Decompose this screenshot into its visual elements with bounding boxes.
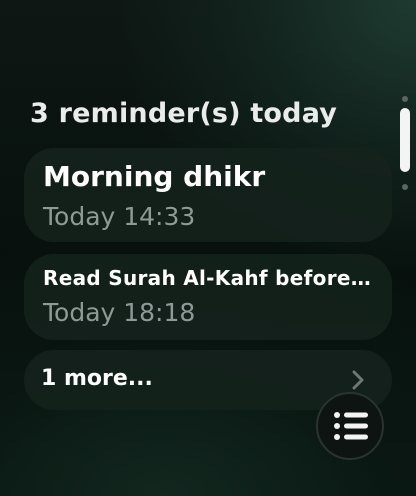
reminder-time: Today 14:33 [43,202,196,231]
reminder-title: Read Surah Al-Kahf before Jumu'ah [43,266,373,290]
list-icon [334,412,368,440]
reminder-title: Morning dhikr [43,160,266,193]
scroll-thumb[interactable] [400,108,410,172]
scroll-dot [402,96,408,102]
reminder-card[interactable]: Read Surah Al-Kahf before Jumu'ah Today … [24,254,392,340]
scroll-dot [402,184,408,190]
page-title: 3 reminder(s) today [30,98,338,129]
chevron-right-icon [352,370,364,390]
reminder-time: Today 18:18 [43,298,196,327]
scroll-indicator[interactable] [400,94,410,194]
reminder-card[interactable]: Morning dhikr Today 14:33 [24,148,392,242]
list-button[interactable] [316,392,384,460]
more-label: 1 more... [41,366,153,391]
watch-screen: 3 reminder(s) today Morning dhikr Today … [0,0,416,496]
